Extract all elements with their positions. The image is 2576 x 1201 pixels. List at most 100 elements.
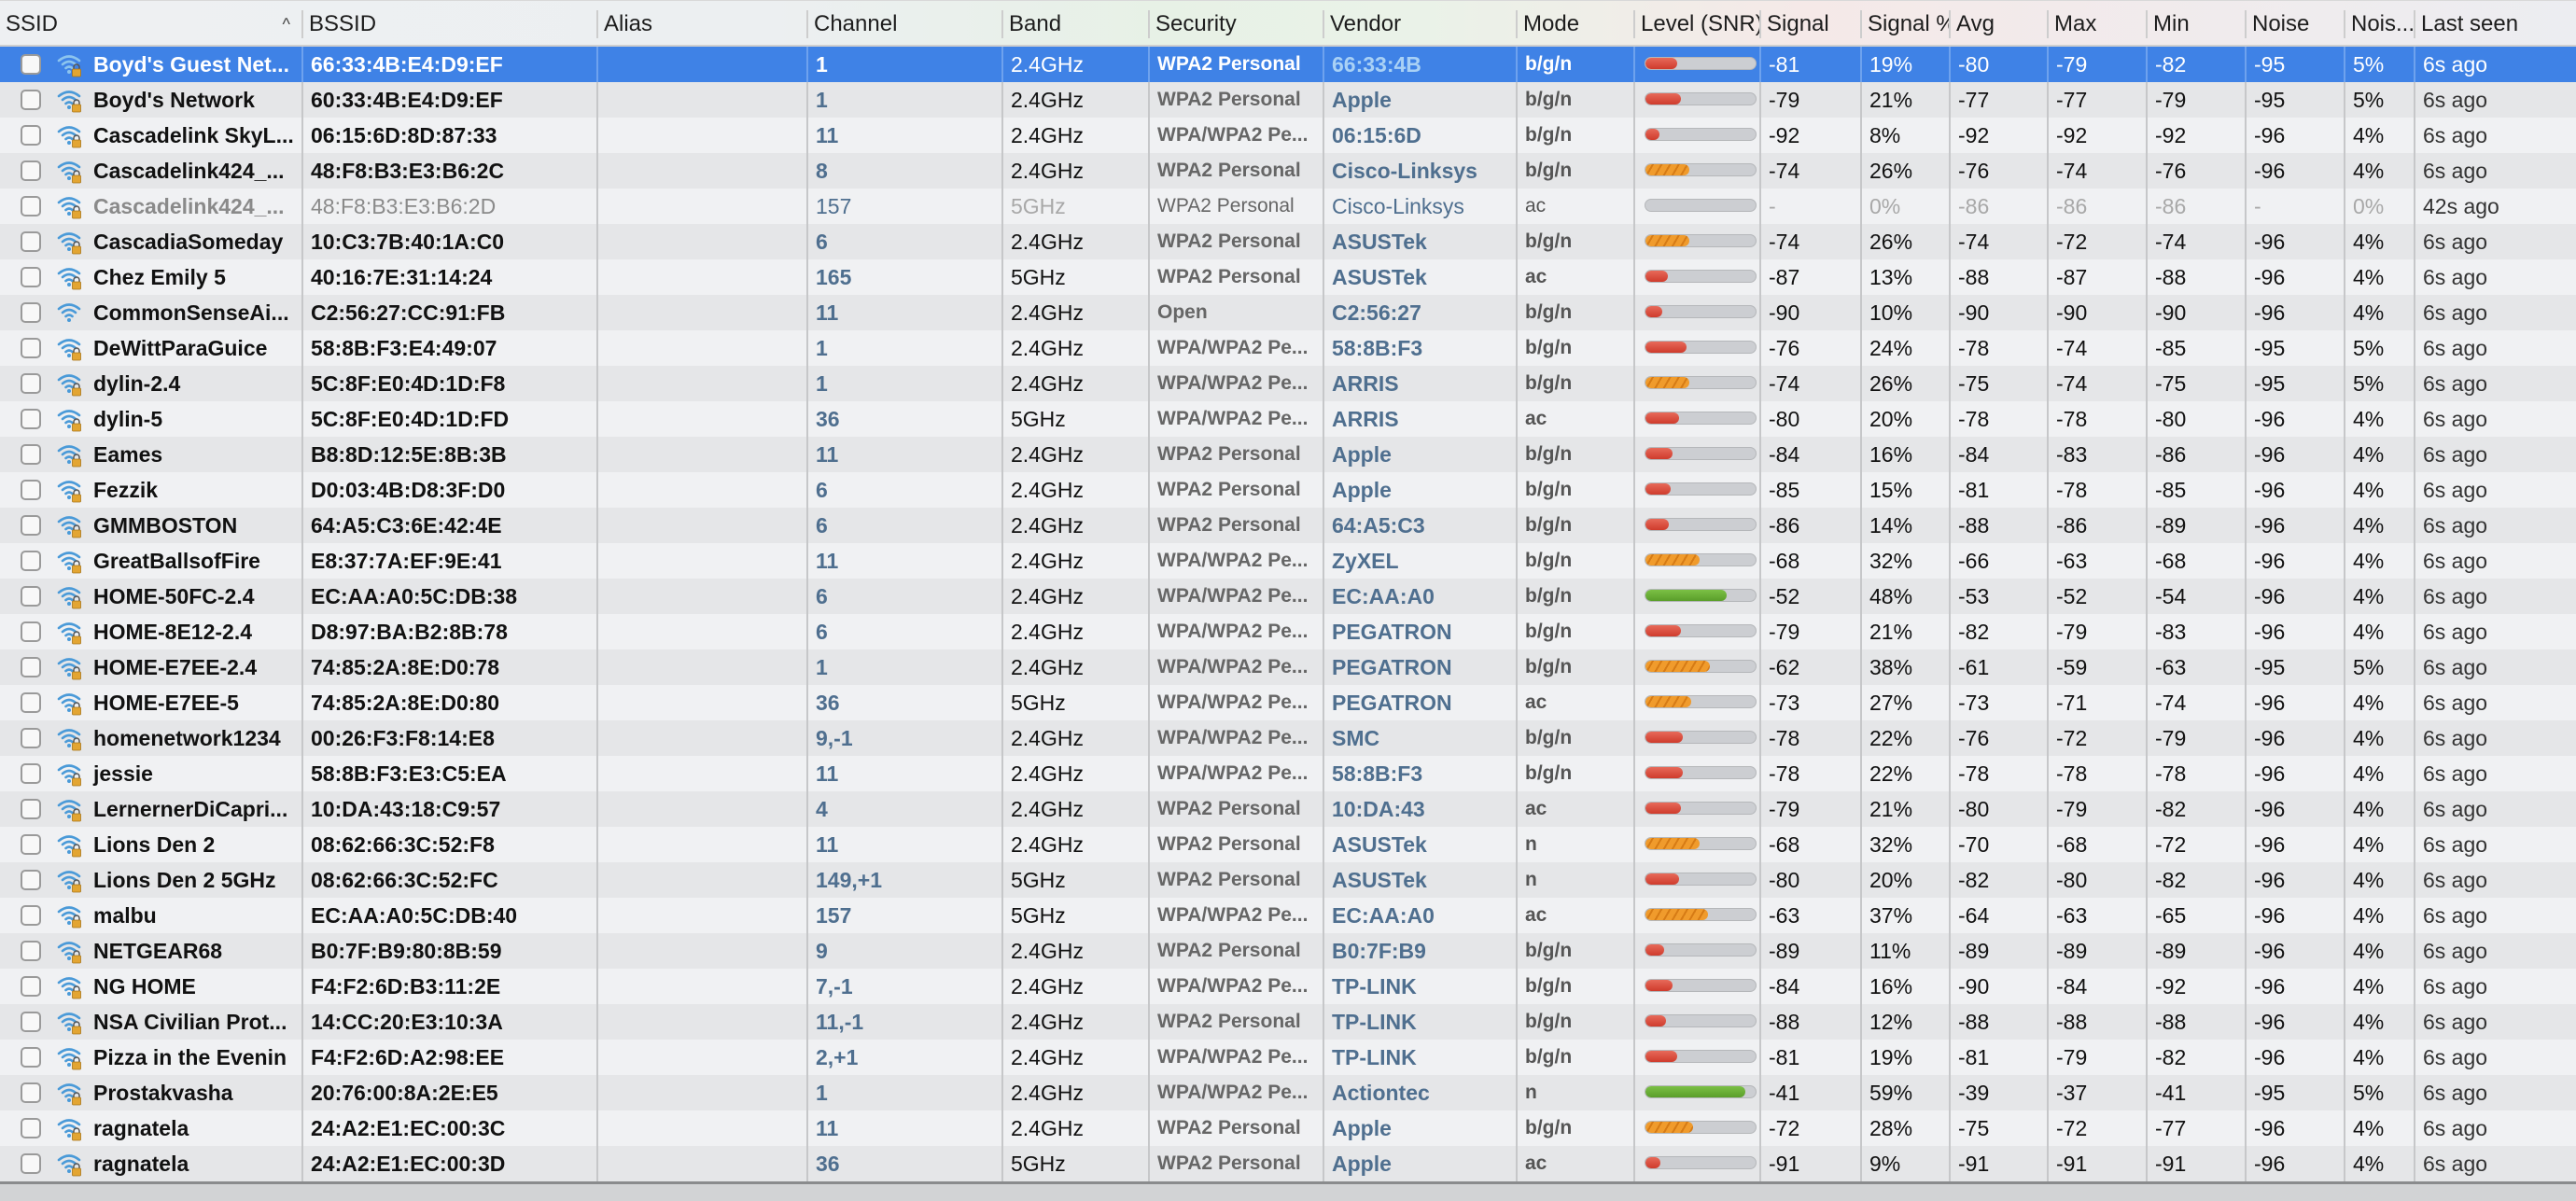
column-header-label: BSSID [309,11,377,36]
ssid-text: NG HOME [93,974,196,999]
ssid-cell: Cascadelink424_... [0,189,303,224]
column-header-sigpct[interactable]: Signal % [1862,1,1951,46]
row-checkbox[interactable] [21,1012,41,1032]
network-row[interactable]: GMMBOSTON 64:A5:C3:6E:42:4E 6 2.4GHz WPA2 Pe… [0,508,2576,543]
network-row[interactable]: malbu EC:AA:A0:5C:DB:40 157 5GHz WPA/WPA2 Pe… [0,898,2576,933]
row-checkbox[interactable] [21,1118,41,1138]
network-row[interactable]: HOME-E7EE-2.4 74:85:2A:8E:D0:78 1 2.4GHz WPA… [0,649,2576,685]
wifi-locked-icon [56,478,84,504]
network-row[interactable]: CommonSenseAi... C2:56:27:CC:91:FB 11 2.4GH… [0,295,2576,330]
network-row[interactable]: NETGEAR68 B0:7F:B9:80:8B:59 9 2.4GHz WPA2 Pe… [0,933,2576,969]
row-checkbox[interactable] [21,338,41,358]
network-row[interactable]: Cascadelink424_... 48:F8:B3:E3:B6:2D 157 5G… [0,189,2576,224]
network-row[interactable]: Eames B8:8D:12:5E:8B:3B 11 2.4GHz WPA2 Perso… [0,437,2576,472]
network-row[interactable]: LernernerDiCapri... 10:DA:43:18:C9:57 4 2.4… [0,791,2576,827]
network-row[interactable]: Lions Den 2 08:62:66:3C:52:F8 11 2.4GHz WPA2… [0,827,2576,862]
column-header-alias[interactable]: Alias [598,1,808,46]
network-row[interactable]: Cascadelink424_... 48:F8:B3:E3:B6:2C 8 2.4G… [0,153,2576,189]
snr-level-fill [1645,519,1670,530]
network-row[interactable]: CascadiaSomeday 10:C3:7B:40:1A:C0 6 2.4GHz W… [0,224,2576,259]
column-header-label: Level (SNR) [1641,11,1761,36]
row-checkbox[interactable] [21,302,41,323]
column-header-vendor[interactable]: Vendor [1324,1,1518,46]
network-row[interactable]: Fezzik D0:03:4B:D8:3F:D0 6 2.4GHz WPA2 Perso… [0,472,2576,508]
column-header-avg[interactable]: Avg [1951,1,2049,46]
row-checkbox[interactable] [21,692,41,713]
network-row[interactable]: ragnatela 24:A2:E1:EC:00:3C 11 2.4GHz WPA2 P… [0,1110,2576,1146]
avg-cell: -64 [1951,898,2049,933]
column-header-band[interactable]: Band [1003,1,1150,46]
column-header-max[interactable]: Max [2049,1,2148,46]
max-cell: -84 [2049,969,2148,1004]
network-row[interactable]: dylin-5 5C:8F:E0:4D:1D:FD 36 5GHz WPA/WPA2 P… [0,401,2576,437]
network-row[interactable]: HOME-8E12-2.4 D8:97:BA:B2:8B:78 6 2.4GHz WPA… [0,614,2576,649]
network-row[interactable]: Lions Den 2 5GHz 08:62:66:3C:52:FC 149,+1 5… [0,862,2576,898]
column-header-label: Channel [814,11,898,36]
row-checkbox[interactable] [21,1047,41,1068]
row-checkbox[interactable] [21,905,41,926]
row-checkbox[interactable] [21,444,41,465]
column-header-security[interactable]: Security [1150,1,1324,46]
network-row[interactable]: HOME-E7EE-5 74:85:2A:8E:D0:80 36 5GHz WPA/WP… [0,685,2576,720]
network-row[interactable]: Chez Emily 5 40:16:7E:31:14:24 165 5GHz WPA2… [0,259,2576,295]
row-checkbox[interactable] [21,1153,41,1174]
row-checkbox[interactable] [21,125,41,146]
mode-cell: b/g/n [1518,295,1635,330]
network-row[interactable]: NG HOME F4:F2:6D:B3:11:2E 7,-1 2.4GHz WPA/WP… [0,969,2576,1004]
network-row[interactable]: Pizza in the Evenin F4:F2:6D:A2:98:EE 2,+1… [0,1040,2576,1075]
row-checkbox[interactable] [21,480,41,500]
row-checkbox[interactable] [21,586,41,607]
network-row[interactable]: Boyd's Guest Net... 66:33:4B:E4:D9:EF 1 2.4… [0,47,2576,82]
network-row[interactable]: Boyd's Network 60:33:4B:E4:D9:EF 1 2.4GHz WP… [0,82,2576,118]
row-checkbox[interactable] [21,976,41,997]
network-row[interactable]: HOME-50FC-2.4 EC:AA:A0:5C:DB:38 6 2.4GHz WPA… [0,579,2576,614]
network-row[interactable]: jessie 58:8B:F3:E3:C5:EA 11 2.4GHz WPA/WPA2 … [0,756,2576,791]
row-checkbox[interactable] [21,161,41,181]
sigpct-cell: 21% [1862,614,1951,649]
max-cell: -79 [2049,47,2148,82]
row-checkbox[interactable] [21,870,41,890]
row-checkbox[interactable] [21,728,41,748]
row-checkbox[interactable] [21,409,41,429]
network-row[interactable]: ragnatela 24:A2:E1:EC:00:3D 36 5GHz WPA2 Per… [0,1146,2576,1181]
column-header-bssid[interactable]: BSSID [303,1,598,46]
network-row[interactable]: NSA Civilian Prot... 14:CC:20:E3:10:3A 11,… [0,1004,2576,1040]
row-checkbox[interactable] [21,941,41,961]
column-header-level[interactable]: Level (SNR) [1635,1,1761,46]
row-checkbox[interactable] [21,515,41,536]
column-header-min[interactable]: Min [2148,1,2247,46]
network-row[interactable]: Prostakvasha 20:76:00:8A:2E:E5 1 2.4GHz WPA/… [0,1075,2576,1110]
network-row[interactable]: GreatBallsofFire E8:37:7A:EF:9E:41 11 2.4GH… [0,543,2576,579]
row-checkbox[interactable] [21,763,41,784]
vendor-cell: PEGATRON [1324,614,1518,649]
column-header-noise[interactable]: Noise [2247,1,2345,46]
row-checkbox[interactable] [21,621,41,642]
network-row[interactable]: DeWittParaGuice 58:8B:F3:E4:49:07 1 2.4GHz W… [0,330,2576,366]
row-checkbox[interactable] [21,799,41,819]
network-row[interactable]: homenetwork1234 00:26:F3:F8:14:E8 9,-1 2.4G… [0,720,2576,756]
column-header-channel[interactable]: Channel [808,1,1003,46]
row-checkbox[interactable] [21,90,41,110]
signal-cell: -81 [1761,1040,1862,1075]
column-header-ssid[interactable]: SSID ^ [0,1,303,46]
network-row[interactable]: dylin-2.4 5C:8F:E0:4D:1D:F8 1 2.4GHz WPA/WPA… [0,366,2576,401]
network-row[interactable]: Cascadelink SkyL... 06:15:6D:8D:87:33 11 2.… [0,118,2576,153]
row-checkbox[interactable] [21,267,41,287]
min-cell: -76 [2148,153,2247,189]
column-header-signal[interactable]: Signal [1761,1,1862,46]
row-checkbox[interactable] [21,657,41,677]
row-checkbox[interactable] [21,196,41,216]
row-checkbox[interactable] [21,834,41,855]
vendor-cell: 58:8B:F3 [1324,330,1518,366]
row-checkbox[interactable] [21,551,41,571]
noise-cell: -96 [2247,969,2345,1004]
row-checkbox[interactable] [21,54,41,75]
row-checkbox[interactable] [21,373,41,394]
channel-cell: 36 [808,401,1003,437]
row-checkbox[interactable] [21,1082,41,1103]
level-cell [1635,898,1761,933]
column-header-noisepct[interactable]: Nois... [2345,1,2415,46]
column-header-mode[interactable]: Mode [1518,1,1635,46]
column-header-lastseen[interactable]: Last seen [2415,1,2576,46]
row-checkbox[interactable] [21,231,41,252]
